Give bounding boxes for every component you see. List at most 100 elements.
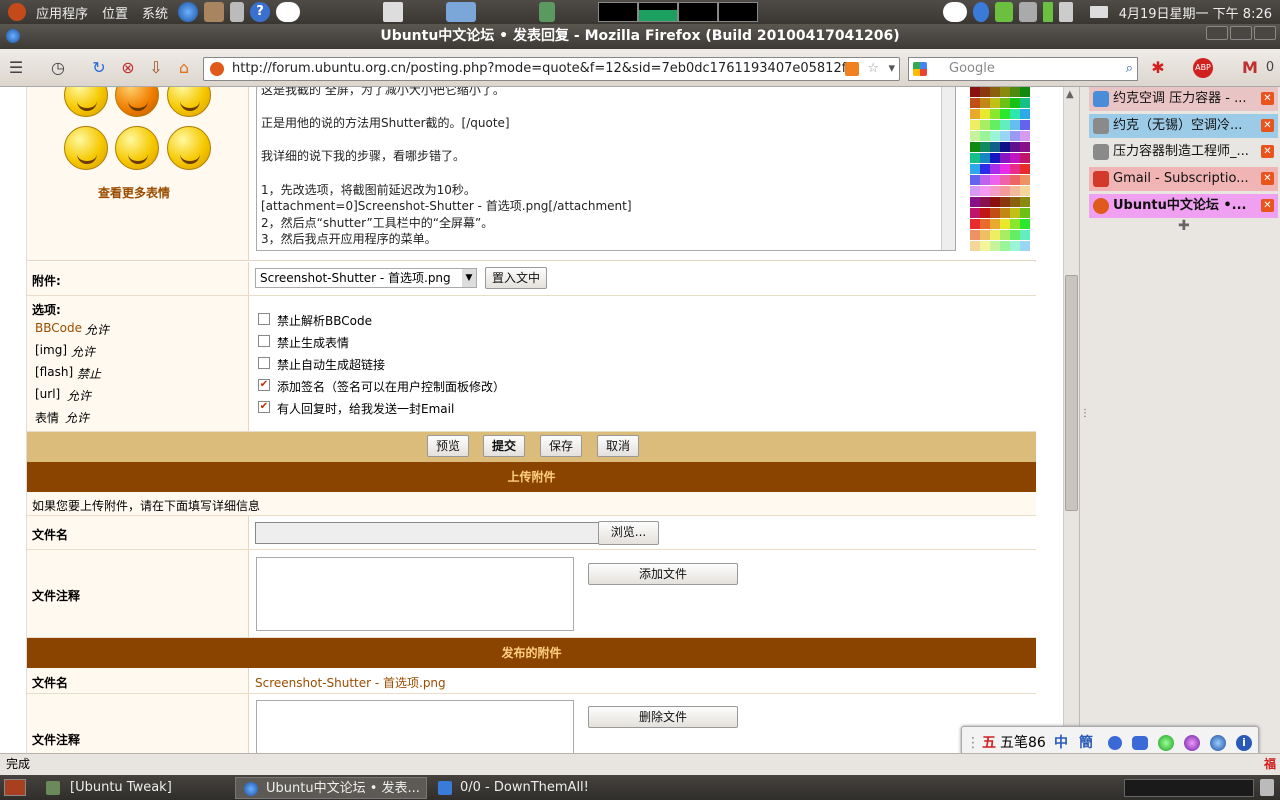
color-swatch[interactable] xyxy=(990,230,1000,240)
menu-icon[interactable]: ☰ xyxy=(6,58,26,78)
close-tab-icon[interactable]: ✕ xyxy=(1261,119,1274,132)
color-swatch[interactable] xyxy=(970,109,980,119)
ime-punct-icon[interactable] xyxy=(1132,736,1148,750)
color-swatch[interactable] xyxy=(1020,153,1030,163)
attach-signature-checkbox[interactable]: ✔ xyxy=(258,379,270,391)
page-scrollbar[interactable]: ▲ xyxy=(1063,87,1079,753)
submit-button[interactable]: 提交 xyxy=(483,435,525,457)
scroll-up-icon[interactable]: ▲ xyxy=(1066,89,1074,100)
smiley-icon[interactable] xyxy=(64,126,108,170)
preview-button[interactable]: 预览 xyxy=(427,435,469,457)
ubuntu-menu-icon[interactable] xyxy=(8,3,26,21)
gmail-icon[interactable]: M xyxy=(1240,58,1260,78)
sidebar-tab[interactable]: 约克（无锡）空调冷... ✕ xyxy=(1089,114,1278,138)
color-swatch[interactable] xyxy=(990,175,1000,185)
bbcode-link[interactable]: BBCode xyxy=(35,321,82,335)
color-swatch[interactable] xyxy=(1010,241,1020,251)
color-swatch[interactable] xyxy=(1010,175,1020,185)
color-swatch[interactable] xyxy=(1010,230,1020,240)
volume-icon[interactable] xyxy=(1058,2,1073,22)
color-swatch[interactable] xyxy=(1020,131,1030,141)
url-dropdown-icon[interactable]: ▾ xyxy=(888,58,895,80)
color-swatch[interactable] xyxy=(970,197,980,207)
sidebar-tab[interactable]: Gmail - Subscriptio... ✕ xyxy=(1089,167,1278,191)
color-swatch[interactable] xyxy=(1020,120,1030,130)
places-menu[interactable]: 位置 xyxy=(95,3,135,22)
close-tab-icon[interactable]: ✕ xyxy=(1261,172,1274,185)
color-swatch[interactable] xyxy=(1010,98,1020,108)
browser-launcher-icon[interactable] xyxy=(178,2,199,22)
color-swatch[interactable] xyxy=(990,131,1000,141)
color-swatch[interactable] xyxy=(970,153,980,163)
ime-purple-icon[interactable] xyxy=(1184,735,1200,751)
color-swatch[interactable] xyxy=(980,153,990,163)
taskbar-item[interactable]: [Ubuntu Tweak] xyxy=(40,777,230,799)
color-swatch[interactable] xyxy=(990,109,1000,119)
battery-icon[interactable] xyxy=(1042,2,1053,22)
color-swatch[interactable] xyxy=(980,87,990,97)
color-swatch[interactable] xyxy=(970,164,980,174)
posted-filename-link[interactable]: Screenshot-Shutter - 首选项.png xyxy=(255,674,446,691)
ime-moon-icon[interactable] xyxy=(1108,736,1122,750)
delete-file-button[interactable]: 删除文件 xyxy=(588,706,738,728)
color-swatch[interactable] xyxy=(1020,175,1030,185)
color-swatch[interactable] xyxy=(980,230,990,240)
color-swatch[interactable] xyxy=(970,186,980,196)
home-icon[interactable]: ⌂ xyxy=(174,58,194,78)
download-icon[interactable]: ⇩ xyxy=(146,58,166,78)
search-bar[interactable]: Google ⌕ xyxy=(908,57,1138,81)
disable-autolink-checkbox[interactable] xyxy=(258,357,270,369)
color-swatch[interactable] xyxy=(1020,109,1030,119)
color-swatch[interactable] xyxy=(1000,109,1010,119)
color-swatch[interactable] xyxy=(1010,197,1020,207)
adblock-icon[interactable]: ABP xyxy=(1193,58,1213,78)
vpn-icon[interactable] xyxy=(1018,2,1037,22)
color-swatch[interactable] xyxy=(1010,186,1020,196)
disk-icon[interactable] xyxy=(446,2,477,22)
color-swatch[interactable] xyxy=(1020,197,1030,207)
color-swatch[interactable] xyxy=(970,241,980,251)
reload-icon[interactable]: ↻ xyxy=(89,58,109,78)
color-swatch[interactable] xyxy=(1000,87,1010,97)
color-swatch[interactable] xyxy=(990,142,1000,152)
color-swatch[interactable] xyxy=(990,120,1000,130)
color-swatch[interactable] xyxy=(980,131,990,141)
color-swatch[interactable] xyxy=(980,241,990,251)
color-swatch[interactable] xyxy=(970,219,980,229)
workspace-icon[interactable] xyxy=(383,2,404,22)
browse-button[interactable]: 浏览... xyxy=(598,521,659,545)
color-swatch[interactable] xyxy=(990,197,1000,207)
color-swatch[interactable] xyxy=(1010,164,1020,174)
bookmark-star-icon[interactable]: ☆ xyxy=(867,58,879,80)
smiley-icon[interactable] xyxy=(167,126,211,170)
color-swatch[interactable] xyxy=(1020,230,1030,240)
color-swatch[interactable] xyxy=(990,208,1000,218)
color-swatch[interactable] xyxy=(970,175,980,185)
applications-menu[interactable]: 应用程序 xyxy=(29,3,95,22)
color-swatch[interactable] xyxy=(1020,241,1030,251)
color-swatch[interactable] xyxy=(980,208,990,218)
color-swatch[interactable] xyxy=(1000,98,1010,108)
help-icon[interactable]: ? xyxy=(250,2,271,22)
color-swatch[interactable] xyxy=(990,219,1000,229)
color-swatch[interactable] xyxy=(990,241,1000,251)
add-file-button[interactable]: 添加文件 xyxy=(588,563,738,585)
posted-comment-textarea[interactable] xyxy=(256,700,574,753)
color-swatch[interactable] xyxy=(1020,208,1030,218)
color-swatch[interactable] xyxy=(990,98,1000,108)
color-swatch[interactable] xyxy=(1000,175,1010,185)
sidebar-splitter-icon[interactable]: ⋮ xyxy=(1080,409,1090,419)
color-swatch[interactable] xyxy=(1000,219,1010,229)
taskbar-item-active[interactable]: Ubuntu中文论坛 • 发表... xyxy=(235,777,427,799)
taskbar-item[interactable]: 0/0 - DownThemAll! xyxy=(430,777,680,799)
sidebar-tab[interactable]: 约克空调 压力容器 - ... ✕ xyxy=(1089,87,1278,111)
color-swatch[interactable] xyxy=(980,98,990,108)
color-swatch[interactable] xyxy=(1000,120,1010,130)
attachment-select[interactable]: Screenshot-Shutter - 首选项.png ▼ xyxy=(255,268,477,288)
workspace-switcher[interactable] xyxy=(1124,779,1254,797)
clock[interactable]: 4月19日星期一 下午 8:26 xyxy=(1111,3,1280,22)
search-icon[interactable]: ⌕ xyxy=(1126,58,1133,80)
disable-smilies-checkbox[interactable] xyxy=(258,335,270,347)
disable-bbcode-checkbox[interactable] xyxy=(258,313,270,325)
color-swatch[interactable] xyxy=(1000,164,1010,174)
